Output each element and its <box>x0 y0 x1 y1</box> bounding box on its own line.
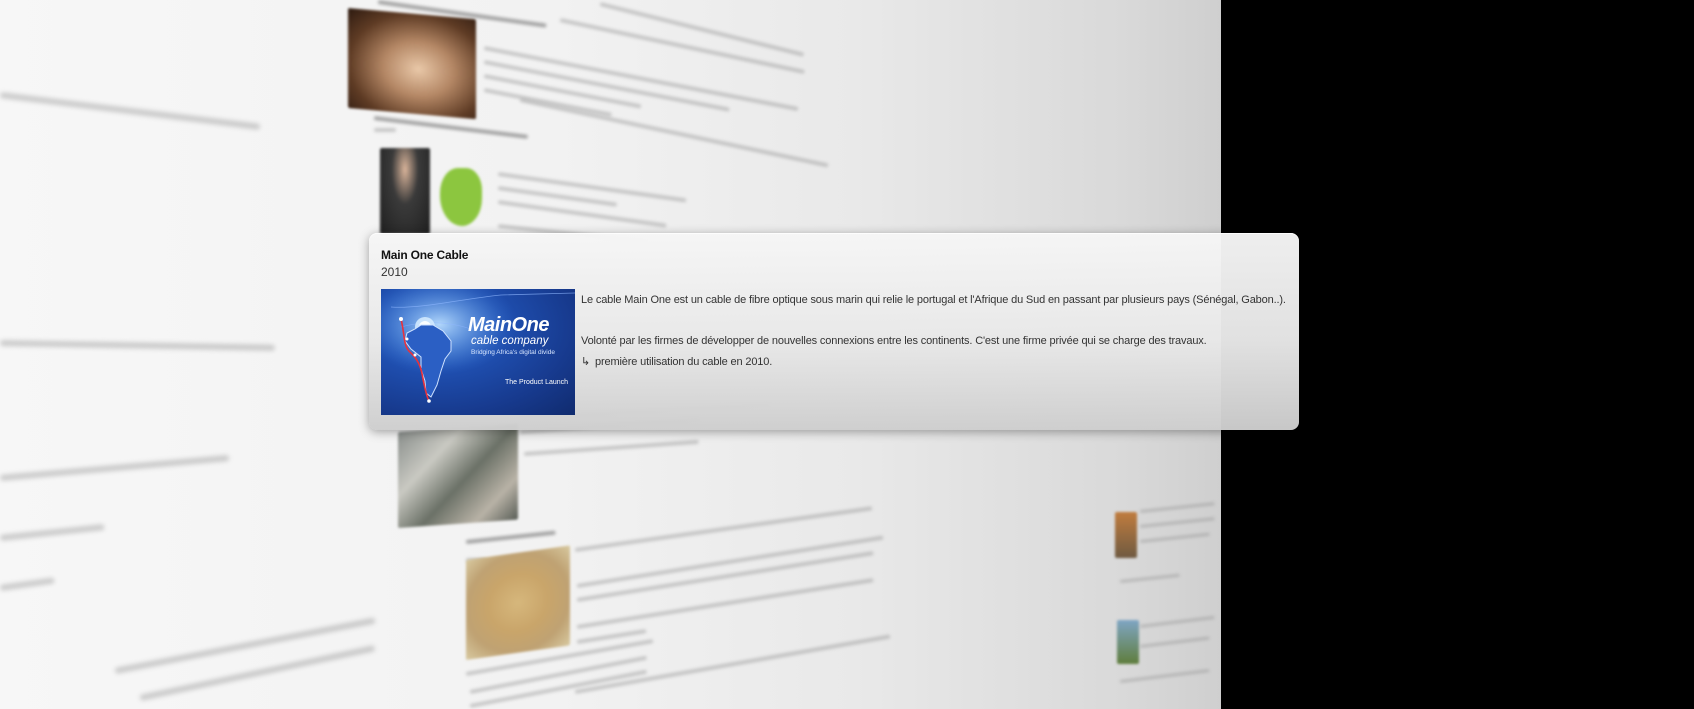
background-text-line <box>1119 669 1210 683</box>
background-text-line <box>1139 502 1215 513</box>
background-text-line <box>374 128 396 132</box>
background-photo <box>348 8 476 120</box>
background-text-line <box>139 645 376 701</box>
event-bullet-text: première utilisation du cable en 2010. <box>595 356 773 368</box>
background-photo <box>1115 512 1137 558</box>
background-text-line <box>1139 615 1215 628</box>
timeline-viewer: Main One Cable 2010 MainOne cable compan… <box>0 0 1694 709</box>
event-bullet: ↳ première utilisation du cable en 2010. <box>581 355 772 368</box>
background-text-line <box>0 454 230 481</box>
background-text-line <box>114 617 376 674</box>
event-year: 2010 <box>381 265 408 279</box>
background-text-line <box>1139 532 1210 543</box>
thumbnail-subtitle-text: cable company <box>471 335 549 347</box>
background-text-line <box>523 439 699 456</box>
event-description-1: Le cable Main One est un cable de fibre … <box>581 294 1286 306</box>
background-text-line <box>576 578 874 629</box>
background-africa-shape <box>440 168 482 226</box>
event-description-2: Volonté par les firmes de développer de … <box>581 335 1207 347</box>
background-text-line <box>519 98 829 168</box>
background-text-line <box>0 92 261 130</box>
background-text-line <box>0 524 105 541</box>
background-text-line <box>497 172 687 203</box>
background-photo <box>380 148 430 234</box>
background-text-line <box>1139 517 1215 528</box>
thumbnail-caption-text: The Product Launch <box>505 379 569 386</box>
thumbnail-tagline-text: Bridging Africa's digital divide <box>471 349 555 356</box>
background-photo <box>398 423 518 528</box>
background-heading-line <box>465 530 556 544</box>
background-text-line <box>0 577 55 591</box>
background-text-line <box>1139 636 1210 648</box>
background-photo <box>1117 620 1139 664</box>
background-text-line <box>0 340 276 351</box>
thumbnail-brand-text: MainOne <box>468 314 549 336</box>
background-text-line <box>497 200 667 228</box>
event-thumbnail[interactable]: MainOne cable company Bridging Africa's … <box>381 289 575 415</box>
return-arrow-icon: ↳ <box>581 356 591 368</box>
background-map-photo <box>466 545 570 660</box>
background-text-line <box>1119 573 1180 583</box>
event-title: Main One Cable <box>381 248 469 262</box>
background-heading-line <box>373 116 529 139</box>
timeline-event-card[interactable]: Main One Cable 2010 MainOne cable compan… <box>369 233 1299 430</box>
